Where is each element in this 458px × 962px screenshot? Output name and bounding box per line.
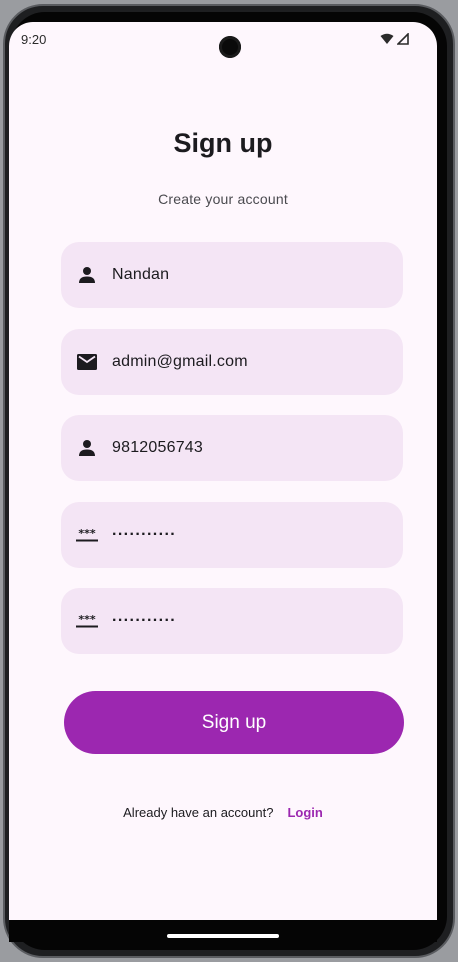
name-value: Nandan [112, 266, 170, 283]
phone-value: 9812056743 [112, 439, 203, 456]
password-icon: *** [76, 524, 98, 546]
confirm-password-field[interactable]: *** ··········· [61, 588, 403, 654]
login-prompt: Already have an account? Login [9, 805, 437, 820]
front-camera [219, 36, 241, 58]
signal-icon [396, 32, 409, 50]
login-prompt-text: Already have an account? [123, 805, 274, 820]
navigation-bar [9, 920, 437, 942]
password-field[interactable]: *** ··········· [61, 502, 403, 568]
person-icon [76, 437, 98, 459]
login-link[interactable]: Login [287, 805, 322, 820]
phone-field[interactable]: 9812056743 [61, 415, 403, 481]
wifi-icon [380, 32, 394, 50]
svg-text:***: *** [78, 528, 96, 540]
email-field[interactable]: admin@gmail.com [61, 329, 403, 395]
svg-text:***: *** [78, 614, 96, 626]
mail-icon [76, 351, 98, 373]
app-screen: 9:20 Sign up Create your account Nandan … [9, 22, 437, 942]
name-field[interactable]: Nandan [61, 242, 403, 308]
signup-button[interactable]: Sign up [64, 691, 404, 754]
confirm-password-value: ··········· [112, 612, 177, 629]
status-bar: 9:20 [9, 22, 437, 58]
home-gesture-bar[interactable] [167, 934, 279, 938]
page-subtitle: Create your account [158, 191, 288, 207]
password-icon: *** [76, 610, 98, 632]
status-time: 9:20 [21, 32, 47, 47]
person-icon [76, 264, 98, 286]
status-icons [380, 32, 409, 50]
page-title: Sign up [173, 128, 273, 158]
password-value: ··········· [112, 526, 177, 543]
email-value: admin@gmail.com [112, 353, 248, 370]
